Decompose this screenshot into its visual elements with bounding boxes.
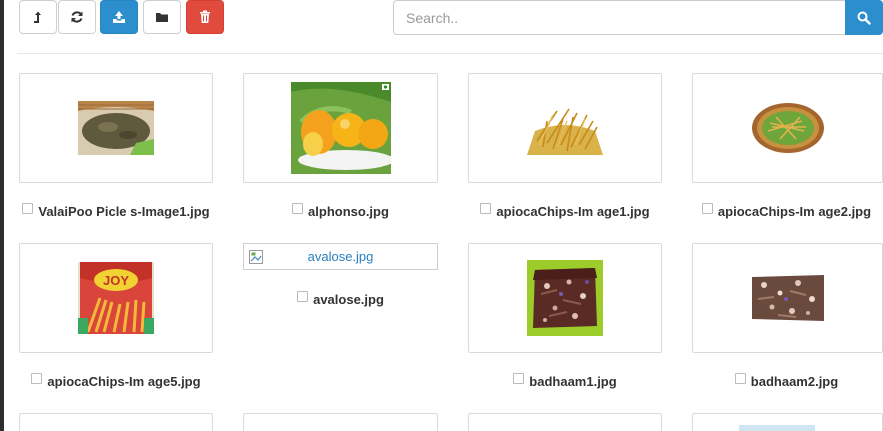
file-label[interactable]: ValaiPoo Picle s-Image1.jpg — [17, 201, 215, 221]
refresh-icon — [71, 11, 83, 23]
file-thumbnail[interactable] — [19, 413, 213, 431]
file-thumbnail[interactable] — [468, 413, 662, 431]
chips-image — [527, 101, 603, 155]
search-input[interactable] — [393, 0, 845, 35]
file-name: ValaiPoo Picle s-Image1.jpg — [38, 203, 210, 219]
folder-icon — [156, 13, 168, 22]
badhaam-image — [749, 273, 826, 323]
mango-image — [290, 82, 391, 174]
chips-basket-image — [749, 101, 826, 155]
file-label[interactable]: avalose.jpg — [241, 289, 440, 309]
file-thumbnail[interactable] — [468, 73, 662, 183]
file-name: avalose.jpg — [313, 291, 384, 307]
new-folder-button[interactable] — [143, 0, 181, 34]
upload-button[interactable] — [100, 0, 138, 34]
file-name: apiocaChips-Im age5.jpg — [47, 373, 201, 389]
file-thumbnail[interactable] — [692, 413, 883, 431]
file-label[interactable]: apiocaChips-Im age1.jpg — [466, 201, 664, 221]
file-label[interactable]: badhaam1.jpg — [466, 371, 664, 391]
file-label[interactable]: apiocaChips-Im age2.jpg — [690, 201, 883, 221]
file-select-checkbox[interactable] — [734, 372, 746, 384]
toolbar-divider — [17, 53, 883, 54]
file-label[interactable]: apiocaChips-Im age5.jpg — [17, 371, 215, 391]
refresh-button[interactable] — [58, 0, 96, 34]
file-name: badhaam1.jpg — [529, 373, 617, 389]
level-up-icon — [34, 11, 41, 23]
window-left-edge — [0, 0, 4, 431]
file-select-checkbox[interactable] — [701, 202, 713, 214]
up-directory-button[interactable] — [19, 0, 57, 34]
file-select-checkbox[interactable] — [297, 290, 309, 302]
broken-image[interactable]: avalose.jpg — [243, 243, 438, 270]
file-thumbnail[interactable] — [692, 73, 883, 183]
file-name: badhaam2.jpg — [750, 373, 839, 389]
delete-button[interactable] — [186, 0, 224, 34]
file-thumbnail[interactable] — [243, 73, 438, 183]
search-button[interactable] — [845, 0, 883, 35]
file-thumbnail[interactable]: JOY — [19, 243, 213, 353]
badhaam-image — [527, 260, 603, 336]
upload-icon — [113, 11, 125, 23]
file-thumbnail[interactable] — [468, 243, 662, 353]
file-select-checkbox[interactable] — [31, 372, 43, 384]
file-thumbnail[interactable] — [692, 243, 883, 353]
trash-icon — [200, 10, 210, 23]
file-label[interactable]: badhaam2.jpg — [690, 371, 883, 391]
svg-text:JOY: JOY — [103, 273, 129, 288]
file-thumbnail[interactable] — [19, 73, 213, 183]
pickle-image — [78, 101, 154, 155]
file-select-checkbox[interactable] — [480, 202, 492, 214]
file-name: apiocaChips-Im age1.jpg — [496, 203, 650, 219]
file-select-checkbox[interactable] — [292, 202, 304, 214]
broken-image-alt-text: avalose.jpg — [307, 249, 374, 264]
file-select-checkbox[interactable] — [22, 202, 34, 214]
file-label[interactable]: alphonso.jpg — [241, 201, 440, 221]
file-select-checkbox[interactable] — [513, 372, 525, 384]
file-name: apiocaChips-Im age2.jpg — [717, 203, 872, 219]
file-thumbnail[interactable] — [243, 413, 438, 431]
thumbnail-image-partial — [739, 425, 815, 431]
file-name: alphonso.jpg — [308, 203, 389, 219]
chips-pack-image: JOY — [78, 262, 154, 334]
broken-image-icon — [249, 250, 263, 264]
search-icon — [857, 11, 871, 25]
